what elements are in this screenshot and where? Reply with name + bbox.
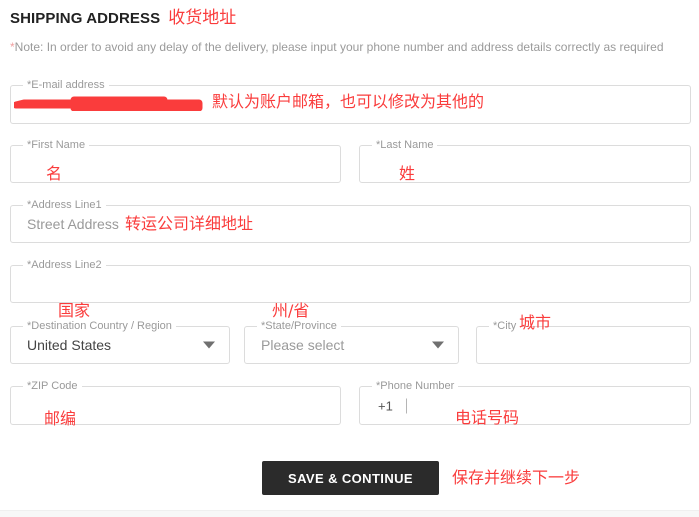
phone-number-input-inner: +1 xyxy=(378,398,420,413)
shipping-address-page: SHIPPING ADDRESS 收货地址 *Note: In order to… xyxy=(0,0,699,517)
city-field-label: *City xyxy=(489,320,521,333)
email-field-label: *E-mail address xyxy=(23,79,109,92)
chevron-down-icon[interactable] xyxy=(432,341,444,349)
last-name-field-label: *Last Name xyxy=(372,139,438,152)
state-province-value: Please select xyxy=(261,337,345,353)
save-and-continue-button[interactable]: SAVE & CONTINUE xyxy=(262,461,439,495)
state-province-label: *State/Province xyxy=(257,320,341,333)
first-name-field[interactable]: *First Name xyxy=(10,139,341,183)
bottom-divider xyxy=(0,510,699,517)
address-line2-field-label: *Address Line2 xyxy=(23,259,106,272)
phone-country-code: +1 xyxy=(378,398,393,413)
destination-country-label: *Destination Country / Region xyxy=(23,320,176,333)
page-title: SHIPPING ADDRESS xyxy=(10,10,161,27)
state-province-select[interactable]: *State/Province Please select xyxy=(244,320,459,364)
annotation-state: 州/省 xyxy=(272,301,310,320)
city-field[interactable]: *City xyxy=(476,320,691,364)
first-name-field-label: *First Name xyxy=(23,139,90,152)
delivery-note: *Note: In order to avoid any delay of th… xyxy=(10,40,664,54)
zip-code-field[interactable]: *ZIP Code xyxy=(10,380,341,425)
annotation-country: 国家 xyxy=(58,301,91,320)
phone-number-field[interactable]: *Phone Number +1 xyxy=(359,380,691,425)
destination-country-select[interactable]: *Destination Country / Region United Sta… xyxy=(10,320,230,364)
address-line1-placeholder: Street Address xyxy=(27,216,119,232)
address-line2-field[interactable]: *Address Line2 xyxy=(10,259,691,303)
page-header: SHIPPING ADDRESS 收货地址 xyxy=(10,8,237,28)
note-text: Note: In order to avoid any delay of the… xyxy=(14,40,664,54)
address-line1-field-label: *Address Line1 xyxy=(23,199,106,212)
address-line1-field[interactable]: *Address Line1 Street Address xyxy=(10,199,691,243)
phone-number-field-label: *Phone Number xyxy=(372,380,459,393)
last-name-field[interactable]: *Last Name xyxy=(359,139,691,183)
destination-country-value: United States xyxy=(27,337,112,353)
annotation-title: 收货地址 xyxy=(168,8,237,28)
chevron-down-icon[interactable] xyxy=(203,341,215,349)
annotation-save: 保存并继续下一步 xyxy=(452,468,581,487)
zip-code-field-label: *ZIP Code xyxy=(23,380,82,393)
email-field[interactable]: *E-mail address xyxy=(10,79,691,124)
text-caret xyxy=(405,398,407,413)
